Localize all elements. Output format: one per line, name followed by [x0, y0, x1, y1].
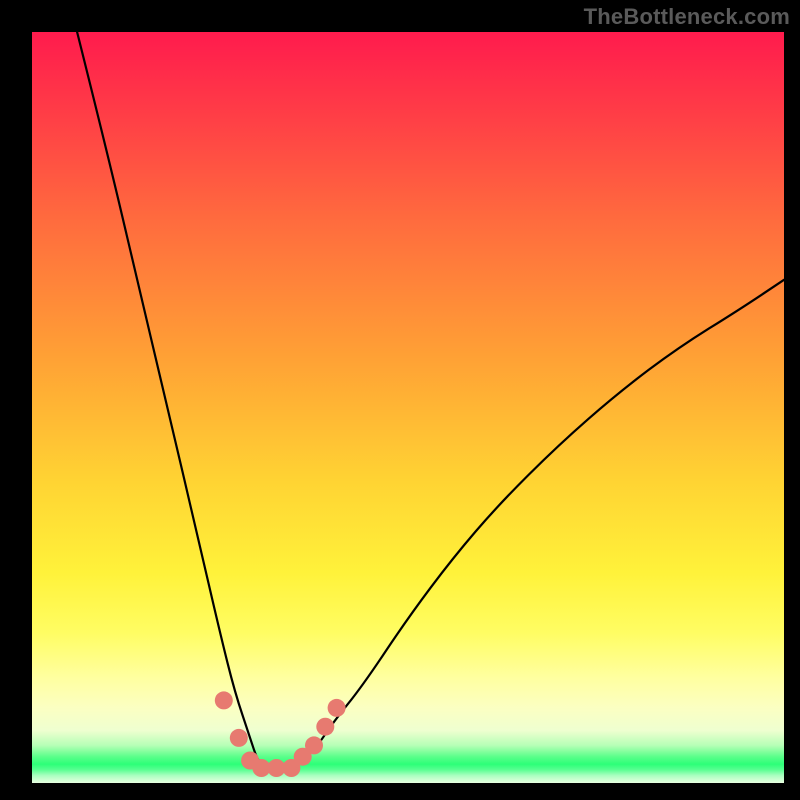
plot-area: [32, 32, 784, 783]
chart-frame: TheBottleneck.com: [0, 0, 800, 800]
attribution-text: TheBottleneck.com: [584, 4, 790, 30]
